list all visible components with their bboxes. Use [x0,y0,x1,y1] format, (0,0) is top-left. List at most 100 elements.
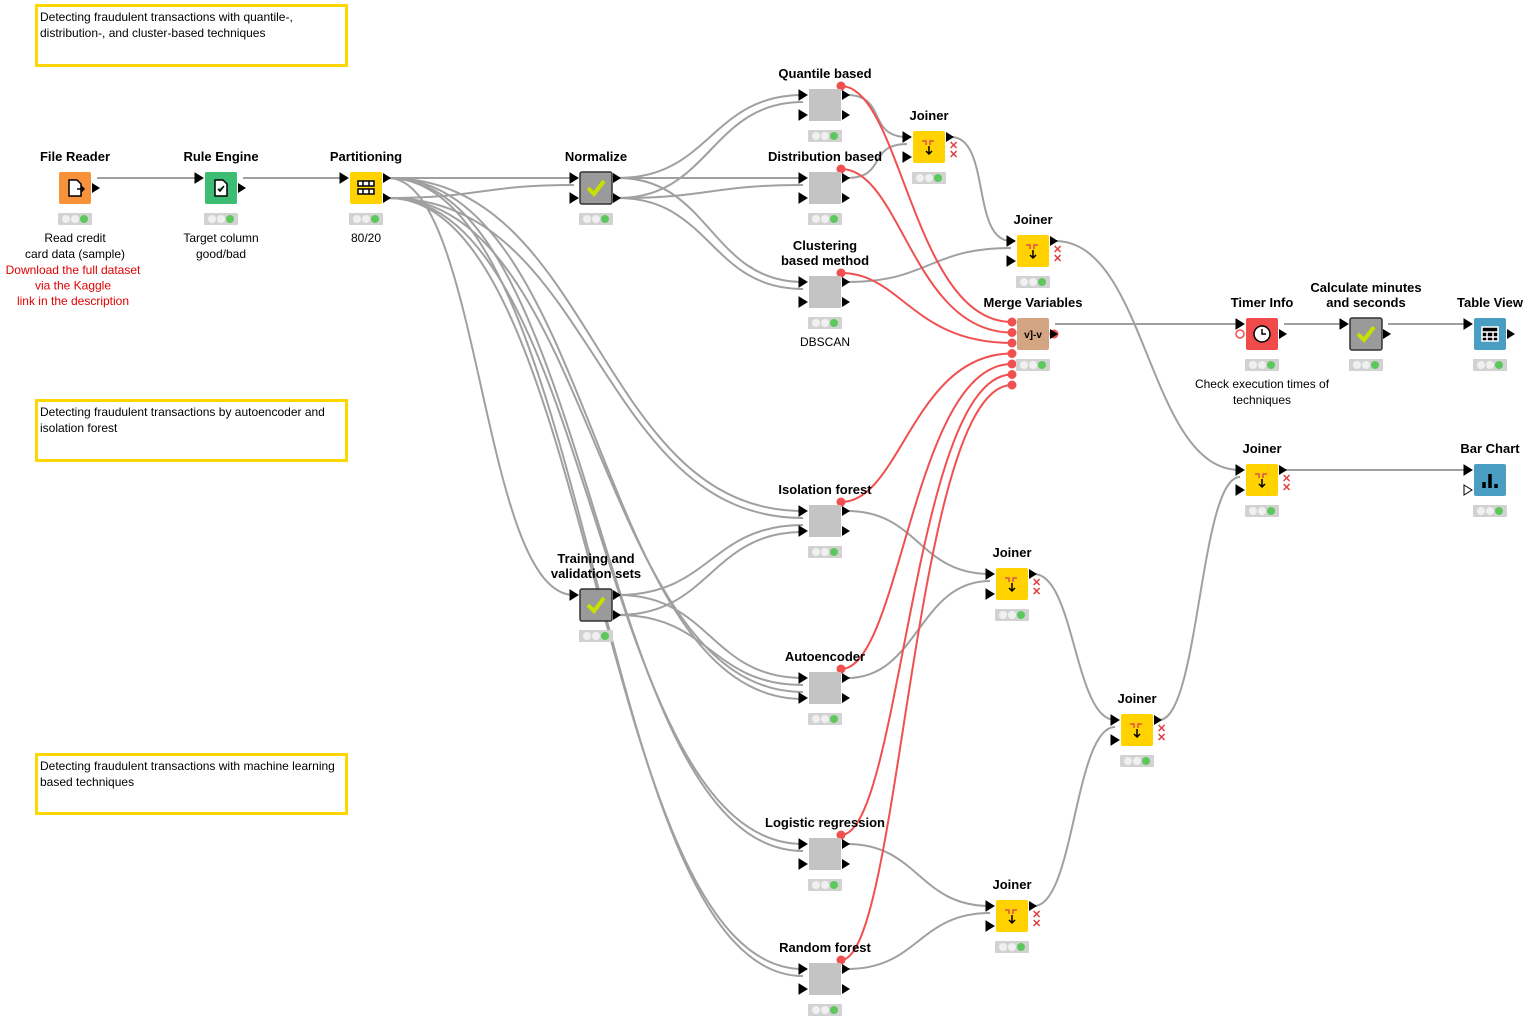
input-port[interactable] [798,505,808,517]
node-joiner-2[interactable]: Joiner✕✕ [1006,212,1062,288]
node-calc-minutes[interactable]: Calculate minutes and seconds [1310,280,1422,371]
input-port[interactable] [1339,318,1349,330]
input-port[interactable] [902,151,912,163]
flow-port[interactable] [1007,359,1017,369]
output-port[interactable] [842,277,850,287]
connection[interactable] [846,510,991,575]
input-port[interactable] [1110,734,1120,746]
workflow-canvas[interactable]: File Reader Read credit card data (sample)… [0,0,1536,1019]
connection[interactable] [1054,240,1241,471]
output-port[interactable] [842,173,850,183]
input-port[interactable] [902,131,912,143]
connection[interactable] [387,177,804,512]
output-port[interactable] [842,110,850,120]
output-port[interactable] [1507,329,1515,339]
flow-variable-connection[interactable] [840,363,1013,670]
node-file-reader[interactable]: File Reader Read credit card data (sample)… [6,149,141,308]
connection[interactable] [846,247,1012,283]
input-port[interactable] [798,192,808,204]
output-port[interactable] [842,193,850,203]
node-joiner-3[interactable]: Joiner✕✕ [1235,441,1291,517]
output-port[interactable] [842,964,850,974]
input-port[interactable] [985,920,995,932]
node-body[interactable] [579,171,613,205]
input-port[interactable] [1006,235,1016,247]
flow-port[interactable] [1007,380,1017,390]
node-merge-variables[interactable]: Merge Variables v]-v [984,295,1083,371]
flow-port[interactable] [1007,338,1017,348]
node-quantile[interactable]: Quantile based [778,66,872,142]
output-port[interactable] [1279,329,1287,339]
output-port[interactable] [613,193,621,203]
node-bar-chart[interactable]: Bar Chart [1460,441,1520,517]
input-port[interactable] [798,672,808,684]
output-port[interactable] [383,173,391,183]
node-normalize[interactable]: Normalize [565,149,627,225]
node-joiner-1[interactable]: Joiner✕✕ [902,108,958,184]
input-port[interactable] [985,568,995,580]
output-port[interactable] [842,673,850,683]
connection[interactable] [387,177,575,596]
input-port[interactable] [798,109,808,121]
node-body[interactable] [1349,317,1383,351]
input-port[interactable] [194,172,204,184]
node-timer-info[interactable]: Timer Info Check execution times of techni… [1195,295,1330,407]
connection[interactable] [1158,476,1241,721]
connection[interactable] [387,197,804,845]
node-random-forest[interactable]: Random forest [779,940,872,1016]
input-port[interactable] [1235,464,1245,476]
output-port[interactable] [842,90,850,100]
input-port[interactable] [1463,318,1473,330]
input-port[interactable] [1235,484,1245,496]
connection[interactable] [1033,726,1116,907]
node-joiner-6[interactable]: Joiner✕✕ [985,877,1041,953]
output-port[interactable] [842,693,850,703]
node-rule-engine[interactable]: Rule Engine Target column good/bad [183,149,258,261]
output-port[interactable] [238,183,246,193]
connection[interactable] [387,177,804,852]
input-port[interactable] [569,589,579,601]
node-joiner-4[interactable]: Joiner✕✕ [985,545,1041,621]
output-port[interactable] [842,297,850,307]
input-port[interactable] [1463,464,1473,476]
input-port[interactable] [1463,484,1473,496]
connection[interactable] [617,531,804,616]
node-training-sets[interactable]: Training and validation sets [551,551,641,642]
input-port[interactable] [985,900,995,912]
output-port[interactable] [92,183,100,193]
input-port[interactable] [798,89,808,101]
connection[interactable] [617,197,804,290]
output-port[interactable] [383,193,391,203]
flow-variable-connection[interactable] [840,352,1013,503]
node-body[interactable] [809,963,841,995]
input-port[interactable] [798,172,808,184]
input-port[interactable] [1006,255,1016,267]
connection[interactable] [617,94,804,179]
connection[interactable] [387,197,804,970]
node-body[interactable] [809,672,841,704]
node-isolation-forest[interactable]: Isolation forest [778,482,872,558]
output-port[interactable] [1383,329,1391,339]
input-port[interactable] [569,192,579,204]
output-port[interactable] [842,984,850,994]
output-port[interactable] [613,610,621,620]
connection[interactable] [617,184,804,199]
input-port[interactable] [798,692,808,704]
flow-variable-connection[interactable] [840,373,1013,836]
output-port[interactable] [842,859,850,869]
input-port[interactable] [1235,318,1245,330]
connection[interactable] [1033,573,1116,721]
node-body[interactable] [809,838,841,870]
node-body[interactable] [809,505,841,537]
output-port[interactable] [842,526,850,536]
input-port[interactable] [339,172,349,184]
node-clustering[interactable]: Clustering based method DBSCAN [781,238,869,349]
connection[interactable] [387,197,804,519]
input-port[interactable] [798,983,808,995]
input-port[interactable] [798,858,808,870]
connection[interactable] [950,136,1012,242]
node-body[interactable] [809,89,841,121]
input-port[interactable] [798,296,808,308]
input-port[interactable] [798,963,808,975]
node-autoencoder[interactable]: Autoencoder [785,649,865,725]
